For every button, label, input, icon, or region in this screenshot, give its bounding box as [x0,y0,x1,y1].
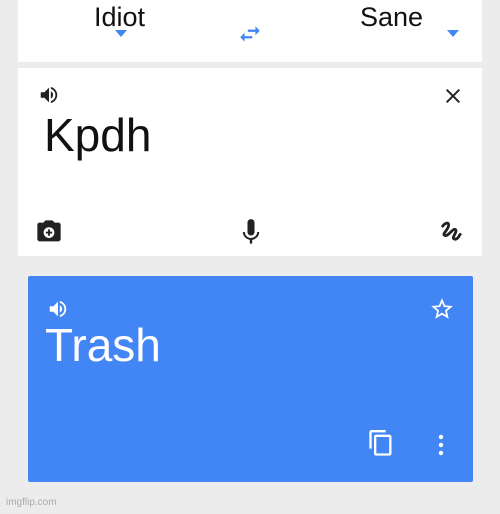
volume-icon[interactable] [38,84,60,106]
source-text-input[interactable]: Kpdh [44,108,151,162]
watermark: imgflip.com [6,497,57,508]
microphone-icon[interactable] [240,218,262,246]
translate-app: Idiot Sane Kpdh Trash imgflip.com [0,0,500,514]
target-language-selector[interactable]: Sane [360,2,423,32]
volume-icon[interactable] [47,298,69,320]
copy-icon[interactable] [367,428,395,460]
source-language-selector[interactable]: Idiot [94,2,145,32]
swap-languages-icon[interactable] [237,21,263,47]
translation-output-card [28,276,473,482]
camera-icon[interactable] [35,218,63,246]
more-vert-icon[interactable] [436,432,446,458]
close-icon[interactable] [441,84,465,108]
translation-text: Trash [45,319,161,371]
star-icon[interactable] [429,296,455,322]
target-language-dropdown-icon[interactable] [447,30,459,37]
source-language-dropdown-icon[interactable] [115,30,127,37]
handwriting-icon[interactable] [438,218,466,246]
